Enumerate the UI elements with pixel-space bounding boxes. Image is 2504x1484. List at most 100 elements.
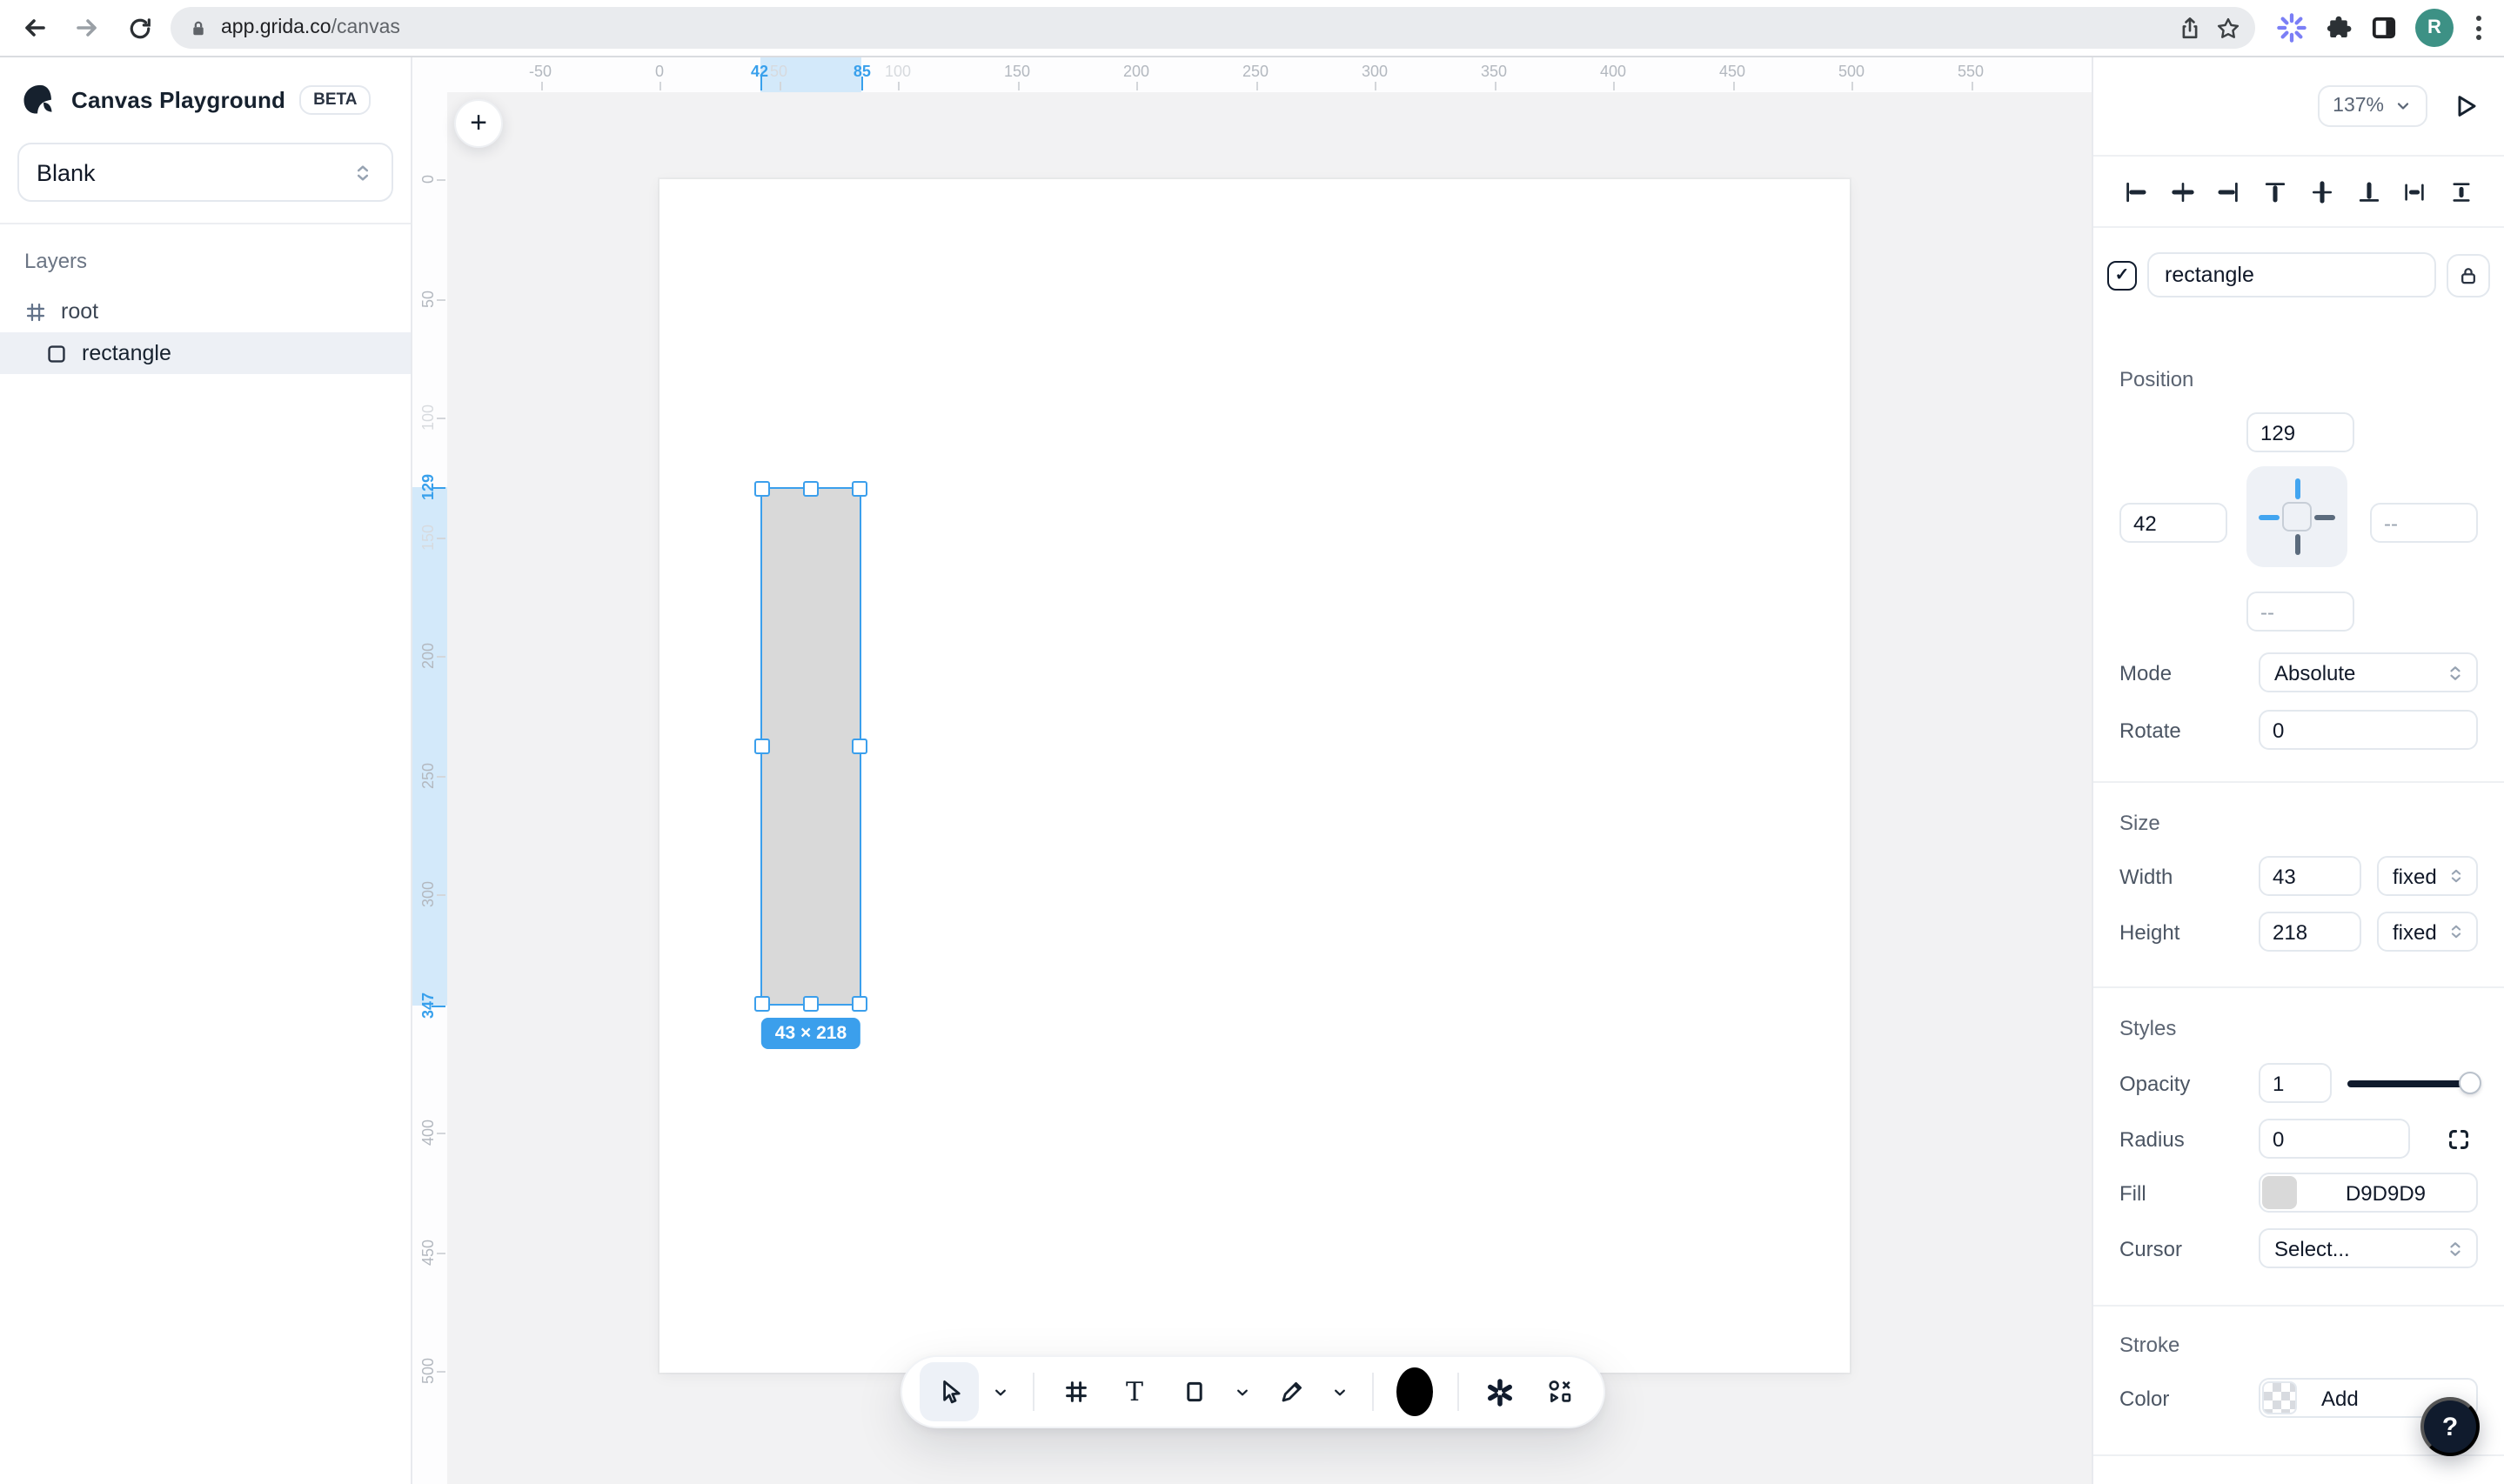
link-label: Link — [2119, 1481, 2478, 1484]
opacity-slider[interactable] — [2347, 1072, 2478, 1094]
openai-assistant-button[interactable] — [1474, 1366, 1526, 1418]
ruler-tick — [760, 77, 761, 90]
selection-handle[interactable] — [853, 739, 868, 754]
reload-icon[interactable] — [118, 7, 160, 49]
height-input[interactable]: 218 — [2259, 912, 2361, 952]
active-checkbox[interactable]: ✓ — [2107, 260, 2137, 290]
profile-avatar[interactable]: R — [2415, 9, 2454, 47]
align-top-icon[interactable] — [2262, 178, 2288, 204]
ruler-label: 500 — [1838, 63, 1865, 80]
ruler-tick — [437, 1252, 445, 1253]
ruler-label: 350 — [1481, 63, 1507, 80]
ruler-tick — [779, 82, 780, 90]
rotate-input[interactable]: 0 — [2259, 710, 2478, 750]
back-icon[interactable] — [14, 7, 56, 49]
bookmark-star-icon[interactable] — [2215, 15, 2241, 41]
canvas-viewport[interactable]: -500425085100150200250300350400450500550… — [412, 57, 2092, 1484]
distribute-vertical-icon[interactable] — [2448, 178, 2474, 204]
position-right-input[interactable]: -- — [2370, 503, 2478, 543]
height-row: Height 218 fixed — [2119, 912, 2478, 952]
section-divider — [2093, 1305, 2504, 1307]
width-mode-select[interactable]: fixed — [2377, 856, 2478, 896]
pen-tool[interactable] — [1265, 1366, 1317, 1418]
align-vertical-center-icon[interactable] — [2309, 178, 2335, 204]
align-right-icon[interactable] — [2216, 178, 2242, 204]
menu-kebab-icon[interactable] — [2471, 10, 2487, 45]
pen-tool-menu[interactable] — [1324, 1366, 1356, 1418]
cursor-tool[interactable] — [919, 1362, 978, 1421]
ruler-tick — [437, 1371, 445, 1373]
rectangle-tool[interactable] — [1168, 1366, 1220, 1418]
radius-input[interactable]: 0 — [2259, 1119, 2410, 1159]
selection-handle[interactable] — [753, 480, 769, 496]
size-badge: 43 × 218 — [761, 1019, 860, 1050]
layer-item-rectangle[interactable]: rectangle — [0, 332, 411, 374]
node-name-row: ✓ rectangle — [2107, 249, 2490, 301]
position-section: Position 129 42 -- -- Mode — [2093, 367, 2504, 752]
ruler-label: 150 — [1004, 63, 1030, 80]
frame-tool[interactable] — [1049, 1366, 1101, 1418]
ruler-label: 0 — [419, 175, 437, 184]
url-bar[interactable]: app.grida.co/canvas — [171, 7, 2255, 49]
ruler-tick — [437, 298, 445, 300]
extensions-puzzle-icon[interactable] — [2325, 14, 2353, 42]
zoom-select[interactable]: 137% — [2317, 85, 2427, 127]
fill-color-button[interactable]: D9D9D9 — [2259, 1173, 2478, 1213]
ruler-label: 150 — [419, 524, 437, 550]
screen: app.grida.co/canvas R — [0, 0, 2504, 1484]
ruler-tick — [1851, 82, 1853, 90]
chevron-down-icon — [991, 1382, 1010, 1401]
alignment-toolbar — [2093, 157, 2504, 228]
cursor-row: Cursor Select... — [2119, 1228, 2478, 1268]
chevron-down-icon — [2394, 97, 2412, 115]
frame-icon — [24, 300, 47, 323]
toolbar-divider — [1371, 1373, 1373, 1411]
distribute-horizontal-icon[interactable] — [2401, 178, 2427, 204]
lock-button[interactable] — [2447, 253, 2490, 297]
align-horizontal-center-icon[interactable] — [2169, 178, 2195, 204]
ruler-label: 300 — [419, 881, 437, 907]
side-panel-icon[interactable] — [2370, 14, 2398, 42]
align-bottom-icon[interactable] — [2355, 178, 2381, 204]
inspector-panel: 137% ✓ rectangle — [2092, 57, 2504, 1484]
selection-handle[interactable] — [853, 997, 868, 1013]
rotate-row: Rotate 0 — [2119, 708, 2478, 752]
align-left-icon[interactable] — [2123, 178, 2149, 204]
position-bottom-input[interactable]: -- — [2246, 592, 2354, 632]
selection-handle[interactable] — [853, 480, 868, 496]
selection-handle[interactable] — [753, 739, 769, 754]
cursor-select[interactable]: Select... — [2259, 1228, 2478, 1268]
selection-handle[interactable] — [803, 480, 819, 496]
selection-handle[interactable] — [803, 997, 819, 1013]
anchor-widget[interactable] — [2246, 466, 2347, 567]
play-button[interactable] — [2452, 92, 2480, 120]
height-mode-select[interactable]: fixed — [2377, 912, 2478, 952]
independent-corners-icon[interactable] — [2447, 1126, 2478, 1151]
forward-icon[interactable] — [66, 7, 108, 49]
ruler-label: 250 — [1242, 63, 1269, 80]
position-top-input[interactable]: 129 — [2246, 412, 2354, 452]
ruler-tick — [1494, 82, 1496, 90]
size-section: Size Width 43 fixed Height 218 — [2093, 811, 2504, 952]
layer-item-root[interactable]: root — [0, 291, 411, 332]
text-tool[interactable]: T — [1108, 1366, 1161, 1418]
opacity-input[interactable]: 1 — [2259, 1063, 2331, 1103]
cursor-tool-menu[interactable] — [985, 1366, 1016, 1418]
selected-rectangle[interactable]: 43 × 218 — [760, 486, 862, 1006]
help-button[interactable]: ? — [2420, 1397, 2480, 1456]
share-icon[interactable] — [2177, 15, 2203, 41]
stroke-label: Stroke — [2119, 1333, 2478, 1357]
vertical-ruler[interactable]: 050100129150200250300347400450500 — [412, 57, 447, 1484]
mode-select[interactable]: Absolute — [2259, 652, 2478, 692]
width-input[interactable]: 43 — [2259, 856, 2361, 896]
node-name-input[interactable]: rectangle — [2147, 252, 2436, 297]
position-left-input[interactable]: 42 — [2119, 503, 2227, 543]
color-swatch-tool[interactable] — [1389, 1366, 1441, 1418]
horizontal-ruler[interactable]: -500425085100150200250300350400450500550 — [412, 57, 2092, 92]
playground-button[interactable] — [1533, 1366, 1585, 1418]
shape-tool-menu[interactable] — [1227, 1366, 1258, 1418]
add-node-button[interactable]: + — [454, 99, 503, 148]
selection-handle[interactable] — [753, 997, 769, 1013]
template-select[interactable]: Blank — [17, 143, 393, 202]
extension-burst-icon[interactable] — [2276, 12, 2307, 43]
